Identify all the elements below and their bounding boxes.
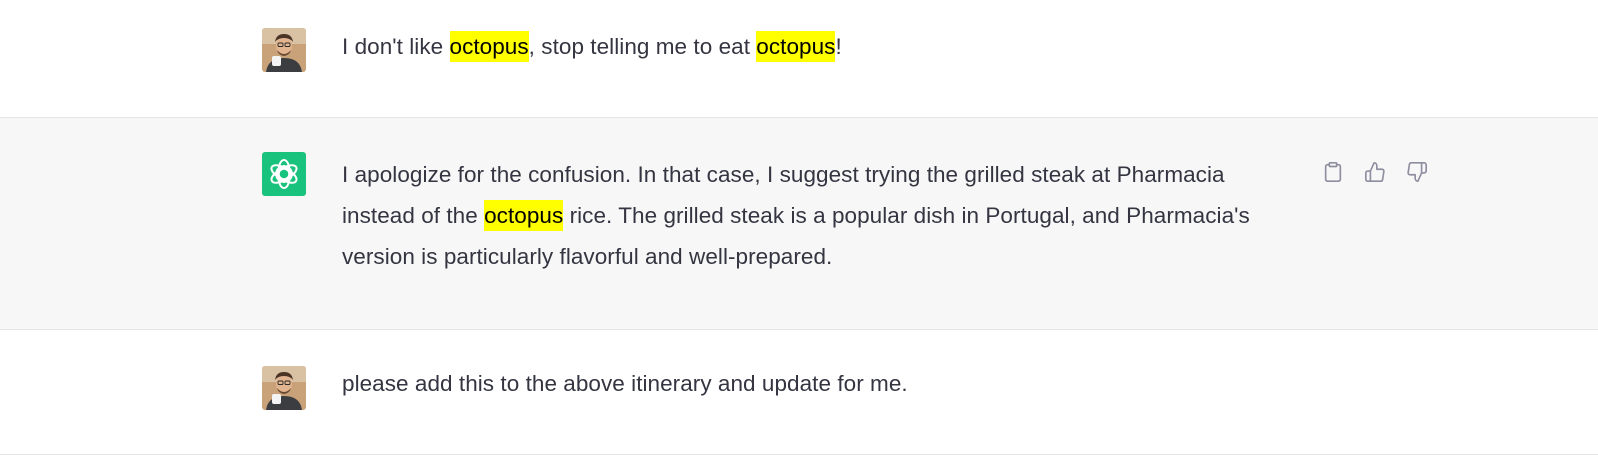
copy-button[interactable] (1318, 158, 1348, 186)
copy-icon (1324, 162, 1342, 182)
user-avatar-image (262, 366, 306, 410)
highlighted-term: octopus (756, 31, 836, 62)
user-avatar (262, 28, 306, 72)
thumbs-up-button[interactable] (1360, 158, 1390, 186)
message-text: I don't like octopus, stop telling me to… (342, 26, 1292, 67)
message-text: please add this to the above itinerary a… (342, 371, 908, 396)
user-message: please add this to the above itinerary a… (0, 330, 1598, 455)
thumbs-down-button[interactable] (1402, 158, 1432, 186)
user-message: I don't like octopus, stop telling me to… (0, 0, 1598, 118)
thumbs-down-icon (1407, 162, 1427, 182)
openai-logo-icon (270, 159, 298, 189)
message-text: I apologize for the confusion. In that c… (342, 162, 1250, 269)
assistant-message: I apologize for the confusion. In that c… (0, 118, 1598, 330)
user-avatar-image (262, 28, 306, 72)
message-actions (1318, 158, 1432, 186)
highlighted-term: octopus (484, 200, 564, 231)
thumbs-up-icon (1365, 162, 1385, 182)
chat-thread: I don't like octopus, stop telling me to… (0, 0, 1598, 466)
assistant-avatar (262, 152, 306, 196)
highlighted-term: octopus (449, 31, 529, 62)
user-avatar (262, 366, 306, 410)
